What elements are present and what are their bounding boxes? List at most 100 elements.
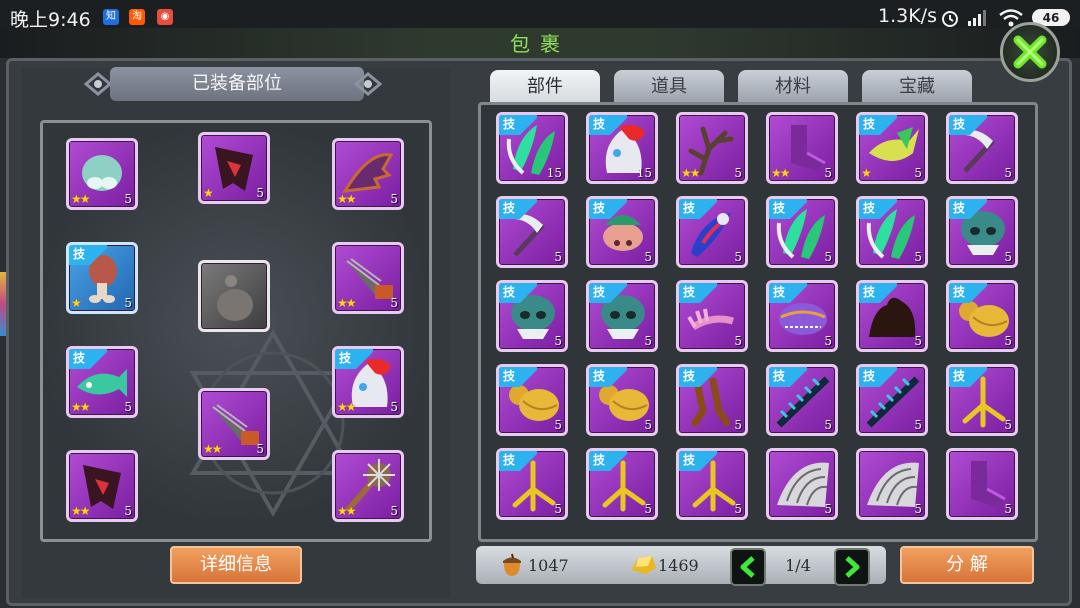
inventory-item[interactable]: 技5 (856, 280, 928, 352)
network-speed: 1.3K/s (878, 5, 937, 27)
equipped-slot-11[interactable]: ★★ 5 (332, 450, 404, 522)
inventory-item[interactable]: 技5 (946, 196, 1018, 268)
inventory-item[interactable]: ★★ 5 (676, 112, 748, 184)
item-count: 5 (554, 502, 562, 516)
decompose-button[interactable]: 分 解 (900, 546, 1034, 584)
item-count: 5 (734, 502, 742, 516)
item-count: 5 (554, 250, 562, 264)
tab-4[interactable]: 宝藏 (862, 70, 972, 104)
item-count: 5 (124, 192, 132, 206)
inventory-item[interactable]: 技 15 (586, 112, 658, 184)
inventory-item[interactable]: 技5 (946, 364, 1018, 436)
star-rating: ★★ (71, 504, 90, 518)
equipped-slot-10[interactable]: ★★ 5 (66, 450, 138, 522)
inventory-item[interactable]: 技5 (496, 196, 568, 268)
equipped-slot-2[interactable]: ★ 5 (198, 132, 270, 204)
weibo-app-icon: ◉ (157, 9, 173, 25)
skill-badge: 技 (769, 199, 807, 219)
item-count: 5 (914, 250, 922, 264)
skill-badge: 技 (69, 349, 107, 369)
item-count: 5 (734, 418, 742, 432)
item-count: 5 (554, 334, 562, 348)
inventory-item[interactable]: 技5 (766, 364, 838, 436)
inventory-item[interactable]: 技5 (766, 196, 838, 268)
equipped-slot-6[interactable]: ★★ 5 (332, 242, 404, 314)
side-edge-decoration (0, 272, 6, 336)
inventory-item[interactable]: 技 ★ 5 (856, 112, 928, 184)
silver-wing-icon (867, 462, 919, 507)
skill-badge: 技 (69, 245, 107, 265)
item-count: 5 (734, 166, 742, 180)
item-count: 5 (914, 166, 922, 180)
inventory-item[interactable]: 5 (766, 448, 838, 520)
item-count: 5 (824, 166, 832, 180)
inventory-item[interactable]: ★★ 5 (766, 112, 838, 184)
gold-count: 1469 (658, 556, 699, 575)
equipped-slot-9[interactable]: ★★ 5 (198, 388, 270, 460)
silver-wing-icon (777, 462, 829, 507)
star-rating: ★★ (71, 400, 90, 414)
taobao-app-icon: 淘 (129, 9, 145, 25)
skill-badge: 技 (859, 115, 897, 135)
skill-badge: 技 (499, 451, 537, 471)
inventory-item[interactable]: 技5 (946, 280, 1018, 352)
inventory-item[interactable]: 5 (946, 448, 1018, 520)
inventory-item[interactable]: 技5 (586, 280, 658, 352)
inventory-item[interactable]: 技5 (856, 196, 928, 268)
item-count: 5 (734, 334, 742, 348)
tab-2[interactable]: 道具 (614, 70, 724, 104)
item-count: 5 (644, 418, 652, 432)
skill-badge: 技 (499, 283, 537, 303)
item-count: 5 (644, 502, 652, 516)
inventory-item[interactable]: 技5 (496, 448, 568, 520)
item-count: 5 (390, 192, 398, 206)
gold-ingot-icon (632, 556, 656, 574)
inventory-item[interactable]: 技5 (946, 112, 1018, 184)
skill-badge: 技 (499, 367, 537, 387)
close-icon (1013, 35, 1047, 69)
star-rating: ★★ (337, 400, 356, 414)
item-count: 5 (256, 442, 264, 456)
item-count: 5 (914, 334, 922, 348)
inventory-item[interactable]: 技5 (676, 280, 748, 352)
inventory-item[interactable]: 技5 (586, 196, 658, 268)
equipped-slot-3[interactable]: ★★ 5 (332, 138, 404, 210)
inventory-item[interactable]: 技5 (496, 364, 568, 436)
skill-badge: 技 (589, 283, 627, 303)
chevron-right-icon (845, 556, 860, 578)
tab-3[interactable]: 材料 (738, 70, 848, 104)
skill-badge: 技 (769, 367, 807, 387)
prev-page-button[interactable] (730, 548, 766, 586)
equipped-slot-4[interactable]: 技 ★ 5 (66, 242, 138, 314)
inventory-item[interactable]: 技5 (766, 280, 838, 352)
inventory-item[interactable]: 技5 (676, 448, 748, 520)
inventory-item[interactable]: 5 (856, 448, 928, 520)
zhihu-app-icon: 知 (103, 9, 119, 25)
equipped-slot-5[interactable] (198, 260, 270, 332)
inventory-item[interactable]: 技5 (586, 364, 658, 436)
close-button[interactable] (1000, 22, 1060, 82)
inventory-item[interactable]: 技5 (856, 364, 928, 436)
inventory-item[interactable]: 技5 (496, 280, 568, 352)
skill-badge: 技 (499, 199, 537, 219)
item-count: 5 (1004, 418, 1012, 432)
item-count: 5 (1004, 250, 1012, 264)
equipped-slot-8[interactable]: 技 ★★ 5 (332, 346, 404, 418)
equipped-slot-1[interactable]: ★★ 5 (66, 138, 138, 210)
star-rating: ★★ (203, 442, 222, 456)
skill-badge: 技 (949, 283, 987, 303)
window-title: 包裹 (510, 32, 570, 56)
item-count: 5 (824, 502, 832, 516)
detail-info-button[interactable]: 详细信息 (170, 546, 302, 584)
next-page-button[interactable] (834, 548, 870, 586)
item-count: 5 (390, 296, 398, 310)
inventory-item[interactable]: 技 15 (496, 112, 568, 184)
inventory-item[interactable]: 技5 (676, 364, 748, 436)
item-count: 5 (1004, 166, 1012, 180)
inventory-item[interactable]: 技5 (586, 448, 658, 520)
equipped-slot-7[interactable]: 技 ★★ 5 (66, 346, 138, 418)
item-count: 5 (734, 250, 742, 264)
tab-1[interactable]: 部件 (490, 70, 600, 104)
equipped-header: 已装备部位 (110, 67, 364, 101)
inventory-item[interactable]: 技5 (676, 196, 748, 268)
